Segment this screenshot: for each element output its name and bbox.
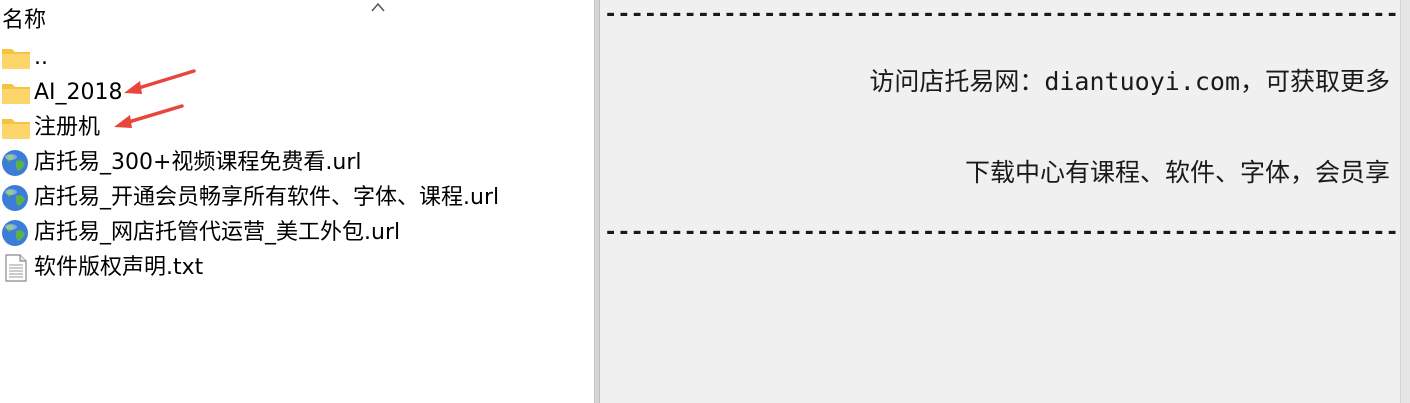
text-file-icon	[5, 254, 27, 282]
file-row-url-courses[interactable]: 店托易_300+视频课程免费看.url	[0, 145, 594, 180]
preview-text-line-2: 下载中心有课程、软件、字体，会员享	[964, 158, 1390, 187]
file-name: 店托易_300+视频课程免费看.url	[34, 150, 362, 175]
file-row-url-membership[interactable]: 店托易_开通会员畅享所有软件、字体、课程.url	[0, 180, 594, 215]
globe-icon	[2, 185, 28, 211]
file-name: ..	[34, 45, 48, 70]
file-name: 店托易_开通会员畅享所有软件、字体、课程.url	[34, 185, 500, 210]
preview-scrollbar[interactable]	[1400, 0, 1410, 403]
file-name: 软件版权声明.txt	[34, 255, 204, 280]
folder-icon	[2, 84, 30, 104]
globe-icon	[2, 220, 28, 246]
file-row-txt[interactable]: 软件版权声明.txt	[0, 250, 594, 285]
name-column-label: 名称	[2, 8, 47, 33]
folder-icon	[2, 49, 30, 69]
file-row-ai-2018[interactable]: AI_2018	[0, 75, 594, 110]
file-row-keygen[interactable]: 注册机	[0, 110, 594, 145]
file-row-url-store[interactable]: 店托易_网店托管代运营_美工外包.url	[0, 215, 594, 250]
file-list: .. AI_2018 注册机 店托易_300+视频课程免费看.url 店托易_开…	[0, 40, 594, 285]
separator-line-bottom: ----------------------------------------…	[604, 220, 1399, 245]
globe-icon	[2, 150, 28, 176]
file-row-parent[interactable]: ..	[0, 40, 594, 75]
separator-line-top: ----------------------------------------…	[604, 2, 1399, 27]
preview-text-line-1: 访问店托易网：diantuoyi.com，可获取更多	[869, 67, 1390, 96]
name-column-header[interactable]: 名称	[0, 0, 594, 40]
sort-ascending-icon	[371, 2, 385, 12]
preview-pane: ----------------------------------------…	[600, 0, 1400, 403]
folder-icon	[2, 119, 30, 139]
file-name: 店托易_网店托管代运营_美工外包.url	[34, 220, 401, 245]
file-name: AI_2018	[34, 80, 123, 105]
file-list-pane[interactable]: 名称 .. AI_2018 注册机 店托易_300+视频课程免费看.url 店托…	[0, 0, 594, 403]
file-name: 注册机	[34, 115, 101, 140]
